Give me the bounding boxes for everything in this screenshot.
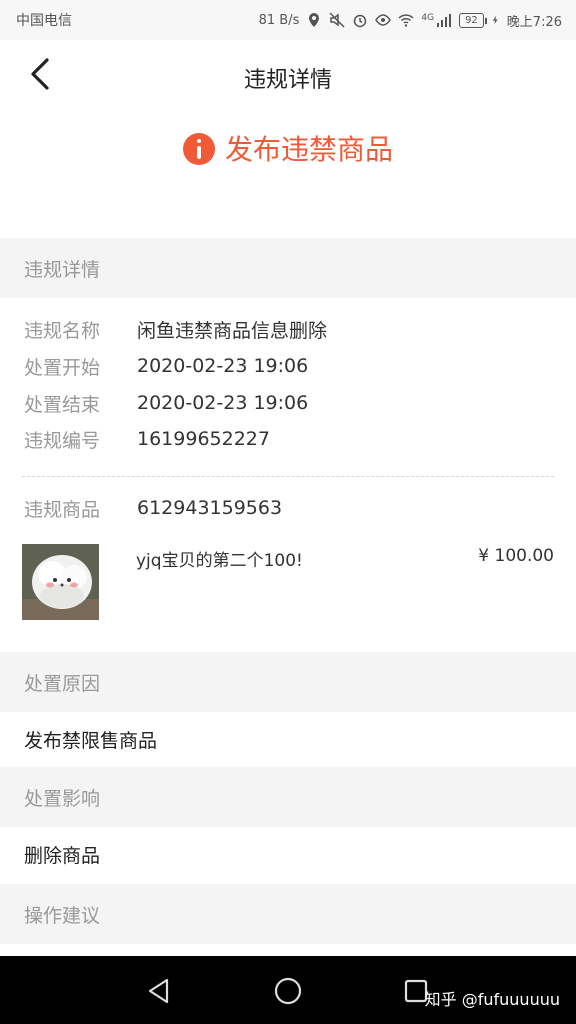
detail-row-name: 违规名称 闲鱼违禁商品信息删除 xyxy=(24,311,327,347)
mute-icon xyxy=(329,12,345,28)
section-header-advice: 操作建议 xyxy=(0,884,576,944)
navigation-bar: 违规详情 xyxy=(0,40,576,108)
location-icon xyxy=(309,13,320,27)
eye-icon xyxy=(375,14,392,26)
violation-type: 发布违禁商品 xyxy=(224,133,393,166)
alarm-icon xyxy=(354,14,367,28)
circle-home-icon xyxy=(274,977,302,1005)
signal-icon xyxy=(437,14,452,27)
status-icons: 81 B/s 4G 92 晚上7:26 xyxy=(259,11,562,30)
triangle-back-icon xyxy=(148,978,169,1004)
status-bar: 中国电信 81 B/s 4G 92 晚上7:26 xyxy=(0,0,576,40)
system-home-button[interactable] xyxy=(271,974,305,1008)
detail-row-start: 处置开始 2020-02-23 19:06 xyxy=(24,348,308,384)
violation-banner: 发布违禁商品 xyxy=(0,108,576,238)
detail-label: 违规编号 xyxy=(24,429,101,452)
detail-value: 612943159563 xyxy=(137,497,283,519)
system-back-button[interactable] xyxy=(142,974,176,1008)
product-title: yjq宝贝的第二个100! xyxy=(136,551,303,571)
detail-value: 16199652227 xyxy=(137,428,270,450)
product-price: ¥ 100.00 xyxy=(478,546,554,566)
network-speed: 81 B/s xyxy=(258,12,300,28)
charging-icon xyxy=(492,16,498,24)
carrier-label: 中国电信 xyxy=(16,13,72,29)
detail-row-end: 处置结束 2020-02-23 19:06 xyxy=(24,385,308,421)
reason-value: 发布禁限售商品 xyxy=(0,712,576,767)
system-navigation-bar: 知乎 @fufuuuuuu xyxy=(0,956,576,1024)
detail-row-number: 违规编号 16199652227 xyxy=(24,421,270,457)
detail-value: 2020-02-23 19:06 xyxy=(137,392,309,414)
product-thumbnail xyxy=(22,544,99,620)
clock: 晚上7:26 xyxy=(506,14,562,30)
detail-label: 违规商品 xyxy=(24,498,101,521)
detail-label: 违规名称 xyxy=(24,319,101,342)
section-header-violation-details: 违规详情 xyxy=(0,238,576,298)
page-title: 违规详情 xyxy=(243,68,332,93)
product-card[interactable]: yjq宝贝的第二个100! ¥ 100.00 xyxy=(22,544,554,620)
battery-indicator: 92 xyxy=(459,12,487,28)
detail-label: 处置结束 xyxy=(24,393,101,416)
detail-row-product-id: 违规商品 612943159563 xyxy=(24,490,282,526)
detail-value: 闲鱼违禁商品信息删除 xyxy=(137,319,328,342)
wifi-icon xyxy=(398,14,414,27)
dashed-divider xyxy=(22,476,554,477)
watermark: 知乎 @fufuuuuuu xyxy=(424,990,560,1009)
detail-label: 处置开始 xyxy=(24,356,101,379)
section-header-reason: 处置原因 xyxy=(0,652,576,712)
impact-value: 删除商品 xyxy=(0,827,576,882)
signal-type: 4G xyxy=(421,12,435,23)
section-header-impact: 处置影响 xyxy=(0,767,576,827)
info-icon xyxy=(182,133,215,165)
detail-value: 2020-02-23 19:06 xyxy=(137,355,309,377)
